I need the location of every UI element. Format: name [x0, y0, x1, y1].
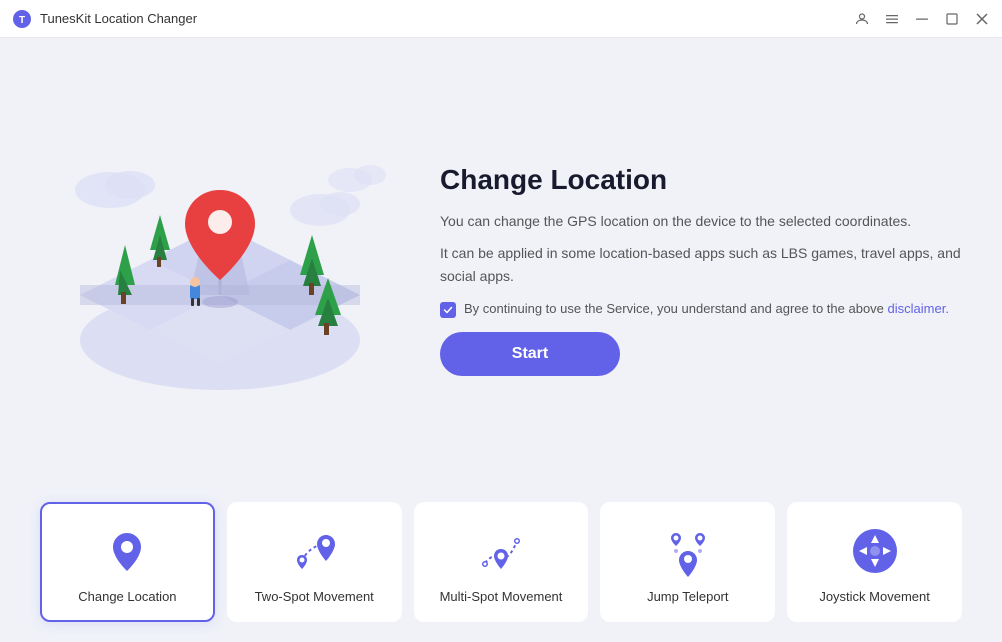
feature-card-jump-teleport[interactable]: Jump Teleport: [600, 502, 775, 622]
map-illustration: [50, 130, 390, 410]
illustration-area: [40, 130, 400, 410]
account-button[interactable]: [854, 11, 870, 27]
change-location-icon: [101, 525, 153, 577]
close-button[interactable]: [974, 11, 990, 27]
terms-checkbox[interactable]: [440, 302, 456, 318]
feature-card-multi-spot[interactable]: Multi-Spot Movement: [414, 502, 589, 622]
menu-button[interactable]: [884, 11, 900, 27]
description-line2: It can be applied in some location-based…: [440, 242, 962, 287]
terms-text: By continuing to use the Service, you un…: [464, 301, 949, 316]
multi-spot-movement-icon: [475, 525, 527, 577]
feature-card-joystick[interactable]: Joystick Movement: [787, 502, 962, 622]
title-bar: T TunesKit Location Changer: [0, 0, 1002, 38]
feature-card-two-spot[interactable]: Two-Spot Movement: [227, 502, 402, 622]
start-button[interactable]: Start: [440, 332, 620, 376]
app-title: TunesKit Location Changer: [40, 11, 197, 26]
title-bar-controls: [854, 11, 990, 27]
feature-label-two-spot: Two-Spot Movement: [255, 589, 374, 604]
feature-label-multi-spot: Multi-Spot Movement: [440, 589, 563, 604]
feature-label-joystick: Joystick Movement: [819, 589, 930, 604]
maximize-button[interactable]: [944, 11, 960, 27]
info-panel: Change Location You can change the GPS l…: [440, 164, 962, 376]
description-line1: You can change the GPS location on the d…: [440, 210, 962, 232]
svg-text:T: T: [19, 15, 25, 26]
joystick-movement-icon: [849, 525, 901, 577]
hero-description: You can change the GPS location on the d…: [440, 210, 962, 287]
disclaimer-link[interactable]: disclaimer.: [888, 301, 949, 316]
title-bar-left: T TunesKit Location Changer: [12, 9, 197, 29]
feature-label-change-location: Change Location: [78, 589, 176, 604]
minimize-button[interactable]: [914, 11, 930, 27]
terms-checkbox-row: By continuing to use the Service, you un…: [440, 301, 962, 318]
app-logo: T: [12, 9, 32, 29]
jump-teleport-icon: [662, 525, 714, 577]
feature-card-change-location[interactable]: Change Location: [40, 502, 215, 622]
feature-label-jump-teleport: Jump Teleport: [647, 589, 728, 604]
main-content: Change Location You can change the GPS l…: [0, 38, 1002, 642]
hero-section: Change Location You can change the GPS l…: [40, 58, 962, 482]
hero-title: Change Location: [440, 164, 962, 196]
feature-cards: Change Location Two-Spot Movement: [40, 502, 962, 622]
two-spot-movement-icon: [288, 525, 340, 577]
